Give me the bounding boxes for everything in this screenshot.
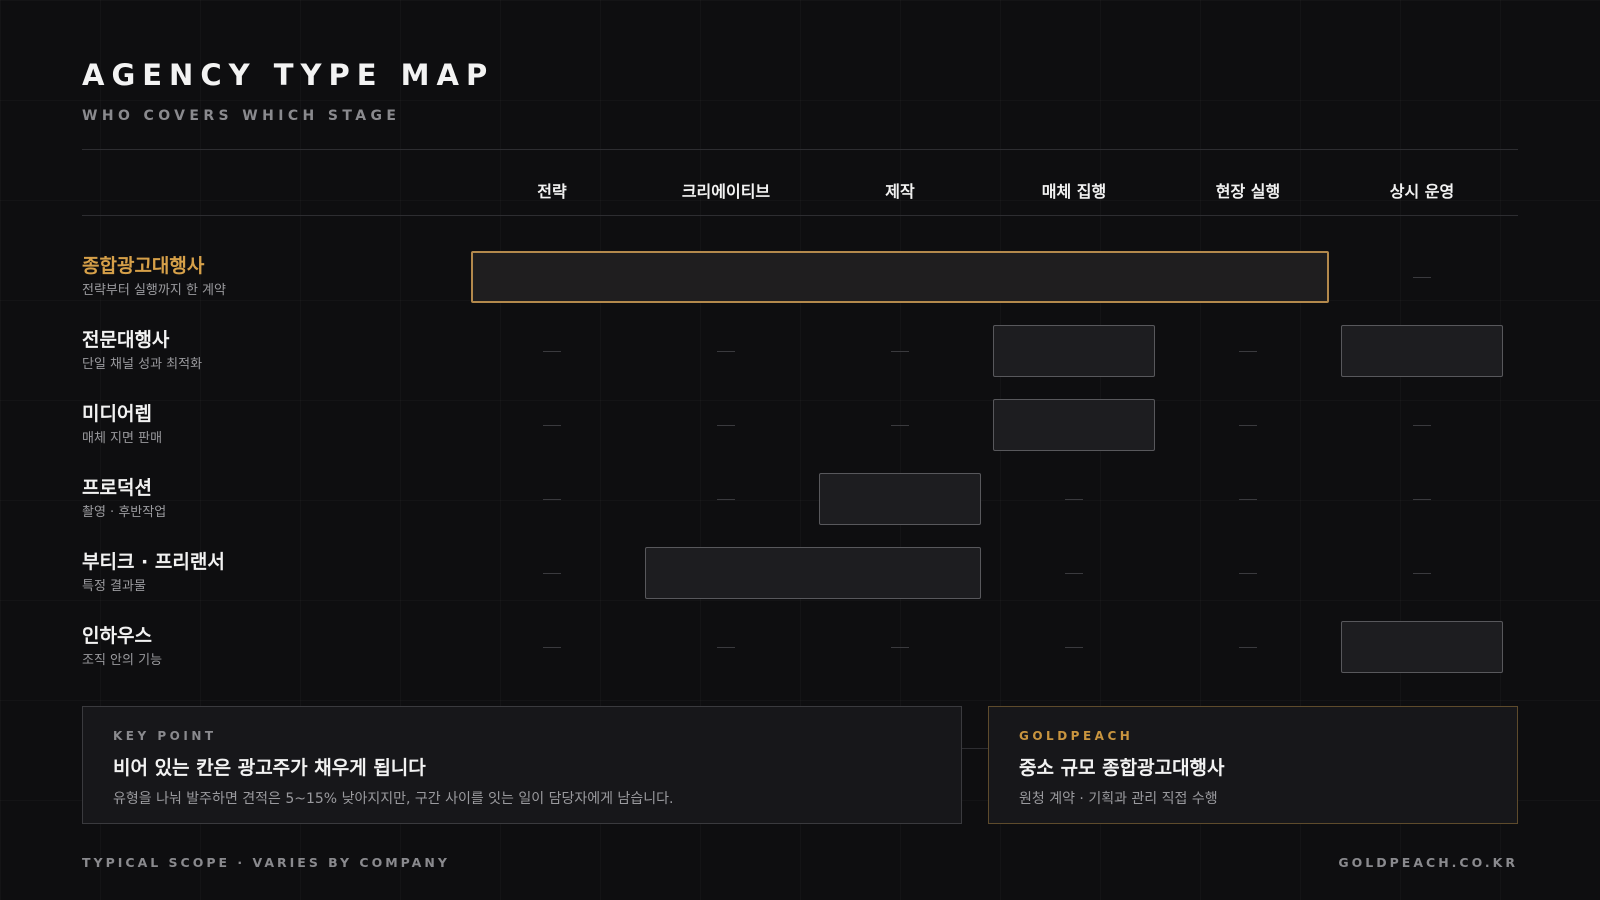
empty-cell-dash [891, 351, 909, 352]
card-connector-line [962, 748, 988, 749]
empty-cell-dash [543, 573, 561, 574]
coverage-bar-specialist-agency [993, 325, 1155, 377]
row-label-production: 프로덕션 촬영 · 후반작업 [82, 476, 166, 522]
row-description: 매체 지면 판매 [82, 431, 163, 446]
empty-cell-dash [717, 351, 735, 352]
empty-cell-dash [1413, 499, 1431, 500]
empty-cell-dash [543, 647, 561, 648]
key-point-card: KEY POINT 비어 있는 칸은 광고주가 채우게 됩니다 유형을 나눠 발… [82, 706, 962, 824]
empty-cell-dash [717, 647, 735, 648]
row-label-in-house: 인하우스 조직 안의 기능 [82, 624, 162, 670]
empty-cell-dash [543, 351, 561, 352]
column-header-creative: 크리에이티브 [681, 182, 771, 201]
column-header-production: 제작 [885, 182, 915, 201]
brand-card: GOLDPEACH 중소 규모 종합광고대행사 원청 계약 · 기획과 관리 직… [988, 706, 1518, 824]
empty-cell-dash [1239, 351, 1257, 352]
card-kicker: GOLDPEACH [1019, 729, 1134, 743]
column-header-media-buying: 매체 집행 [1041, 182, 1107, 201]
card-body: 유형을 나눠 발주하면 견적은 5~15% 낮아지지만, 구간 사이를 잇는 일… [113, 791, 674, 807]
row-description: 단일 채널 성과 최적화 [82, 357, 203, 372]
coverage-bar-specialist-agency [1341, 325, 1503, 377]
empty-cell-dash [1413, 277, 1431, 278]
row-description: 촬영 · 후반작업 [82, 505, 167, 520]
page-subtitle: WHO COVERS WHICH STAGE [82, 108, 401, 124]
empty-cell-dash [1065, 499, 1083, 500]
page-title: AGENCY TYPE MAP [82, 58, 495, 92]
column-header-field-execution: 현장 실행 [1215, 182, 1281, 201]
row-name: 전문대행사 [82, 329, 170, 351]
coverage-bar-production [819, 473, 981, 525]
row-description: 특정 결과물 [82, 579, 146, 594]
empty-cell-dash [543, 425, 561, 426]
empty-cell-dash [1413, 425, 1431, 426]
empty-cell-dash [717, 499, 735, 500]
footer-scope-note: TYPICAL SCOPE · VARIES BY COMPANY [82, 855, 450, 870]
row-label-boutique-freelancer: 부티크 · 프리랜서 특정 결과물 [82, 550, 225, 596]
empty-cell-dash [891, 647, 909, 648]
empty-cell-dash [1239, 573, 1257, 574]
row-label-specialist-agency: 전문대행사 단일 채널 성과 최적화 [82, 328, 202, 374]
empty-cell-dash [543, 499, 561, 500]
card-headline: 중소 규모 종합광고대행사 [1019, 757, 1225, 779]
card-headline: 비어 있는 칸은 광고주가 채우게 됩니다 [113, 757, 426, 779]
row-name: 미디어렙 [82, 403, 152, 425]
row-name: 부티크 · 프리랜서 [82, 551, 225, 573]
empty-cell-dash [1413, 573, 1431, 574]
empty-cell-dash [1239, 647, 1257, 648]
column-header-strategy: 전략 [537, 182, 567, 201]
header-divider [82, 215, 1518, 216]
row-label-full-service-agency: 종합광고대행사 전략부터 실행까지 한 계약 [82, 254, 226, 300]
empty-cell-dash [1239, 499, 1257, 500]
row-description: 전략부터 실행까지 한 계약 [82, 283, 226, 298]
footer-website[interactable]: GOLDPEACH.CO.KR [1338, 855, 1518, 870]
coverage-bar-full-service-agency [471, 251, 1329, 303]
empty-cell-dash [891, 425, 909, 426]
coverage-bar-media-rep [993, 399, 1155, 451]
empty-cell-dash [717, 425, 735, 426]
column-header-ongoing-operation: 상시 운영 [1389, 182, 1455, 201]
row-description: 조직 안의 기능 [82, 653, 163, 668]
coverage-bar-boutique-freelancer [645, 547, 981, 599]
row-name: 프로덕션 [82, 477, 152, 499]
coverage-bar-in-house [1341, 621, 1503, 673]
row-label-media-rep: 미디어렙 매체 지면 판매 [82, 402, 162, 448]
empty-cell-dash [1065, 647, 1083, 648]
card-body: 원청 계약 · 기획과 관리 직접 수행 [1019, 791, 1218, 807]
title-divider [82, 149, 1518, 150]
card-kicker: KEY POINT [113, 729, 217, 743]
row-name: 인하우스 [82, 625, 152, 647]
row-name: 종합광고대행사 [82, 255, 205, 277]
empty-cell-dash [1239, 425, 1257, 426]
empty-cell-dash [1065, 573, 1083, 574]
